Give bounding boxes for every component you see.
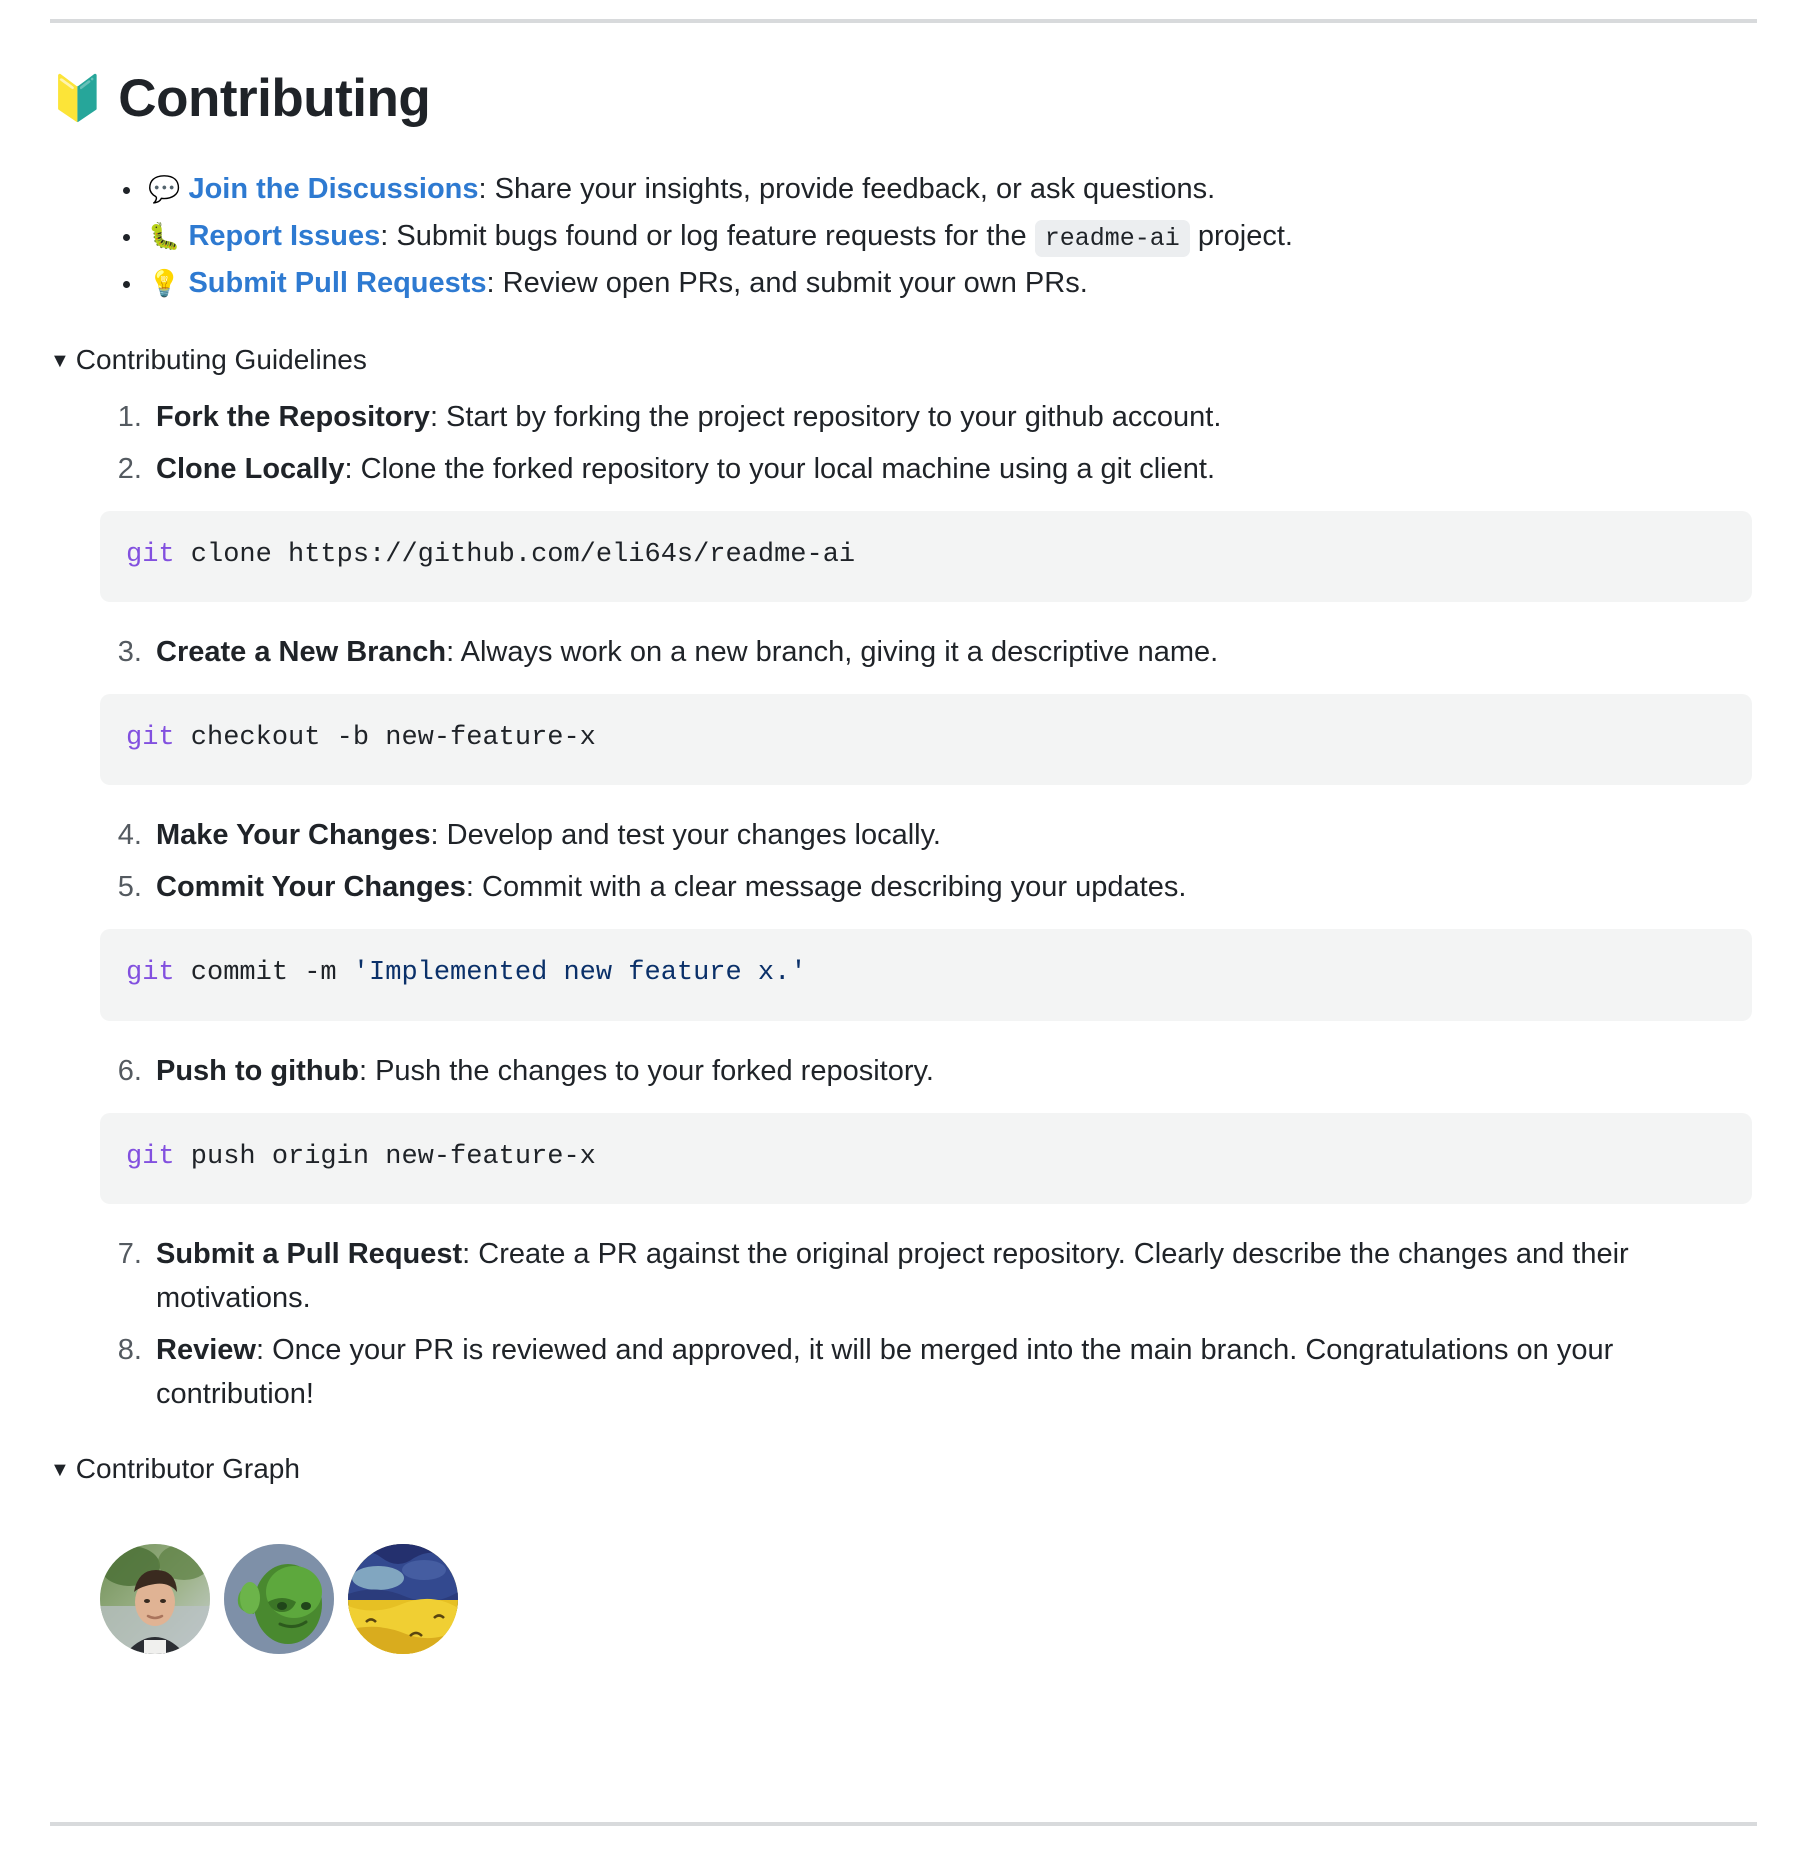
bug-icon: 🐛 [148, 220, 181, 251]
contributor-graph-summary[interactable]: ▼ Contributor Graph [50, 1448, 1752, 1490]
list-item: 💬 Join the Discussions: Share your insig… [144, 166, 1752, 213]
step-title: Commit Your Changes [156, 871, 466, 904]
contributor-avatar-2[interactable] [224, 1544, 334, 1654]
contributor-avatars [100, 1544, 1752, 1654]
report-issues-link[interactable]: Report Issues [188, 220, 380, 252]
code-keyword: git [126, 1141, 175, 1172]
list-item-text-tail: project. [1197, 219, 1293, 252]
contributing-guidelines-summary[interactable]: ▼ Contributing Guidelines [50, 339, 1752, 381]
step-body: : Once your PR is reviewed and approved,… [156, 1333, 1614, 1410]
contributor-graph-label: Contributor Graph [75, 1453, 300, 1484]
list-item-text: : Review open PRs, and submit your own P… [486, 266, 1088, 299]
step-title: Make Your Changes [156, 819, 431, 852]
contributing-steps-list: Fork the Repository: Start by forking th… [50, 395, 1752, 1416]
code-block-checkout: git checkout -b new-feature-x [100, 694, 1752, 786]
code-block-commit: git commit -m 'Implemented new feature x… [100, 929, 1752, 1021]
contributor-avatar-1[interactable] [100, 1544, 210, 1654]
code-block-push: git push origin new-feature-x [100, 1112, 1752, 1204]
code-keyword: git [126, 723, 175, 754]
chevron-down-icon: ▼ [50, 1459, 70, 1481]
code-keyword: git [126, 958, 175, 989]
code-text: commit -m [174, 958, 353, 989]
contributing-guidelines-details: ▼ Contributing Guidelines Fork the Repos… [50, 339, 1752, 1416]
step-body: : Always work on a new branch, giving it… [446, 636, 1219, 669]
readme-ai-inline-code: readme-ai [1034, 219, 1190, 257]
step-item: Submit a Pull Request: Create a PR again… [150, 1232, 1752, 1320]
code-string: 'Implemented new feature x.' [352, 958, 807, 989]
step-title: Submit a Pull Request [156, 1237, 463, 1270]
step-title: Fork the Repository [156, 400, 430, 433]
list-item: 🐛 Report Issues: Submit bugs found or lo… [144, 213, 1752, 260]
contributing-links-list: 💬 Join the Discussions: Share your insig… [50, 166, 1752, 307]
step-title: Push to github [156, 1054, 359, 1087]
contributor-avatar-3[interactable] [348, 1544, 458, 1654]
page-title: 🔰 Contributing [50, 69, 1752, 130]
step-item: Commit Your Changes: Commit with a clear… [100, 865, 1752, 1021]
step-title: Create a New Branch [156, 636, 447, 669]
contributing-readme-section: 🔰 Contributing 💬 Join the Discussions: S… [0, 19, 1802, 1851]
code-text: push origin new-feature-x [174, 1141, 596, 1172]
submit-pull-requests-link[interactable]: Submit Pull Requests [188, 267, 486, 299]
join-the-discussions-link[interactable]: Join the Discussions [188, 173, 478, 205]
beginner-shield-icon: 🔰 [50, 74, 105, 124]
chevron-down-icon: ▼ [50, 349, 70, 372]
step-body: : Commit with a clear message describing… [465, 871, 1187, 904]
step-body: : Develop and test your changes locally. [430, 819, 941, 852]
step-body: : Clone the forked repository to your lo… [344, 452, 1215, 485]
step-item: Make Your Changes: Develop and test your… [150, 813, 1752, 857]
step-item: Fork the Repository: Start by forking th… [150, 395, 1752, 439]
step-item: Push to github: Push the changes to your… [100, 1049, 1752, 1204]
list-item-text: : Share your insights, provide feedback,… [478, 172, 1216, 205]
list-item: 💡 Submit Pull Requests: Review open PRs,… [144, 260, 1752, 307]
step-body: : Start by forking the project repositor… [429, 400, 1222, 433]
code-text: clone https://github.com/eli64s/readme-a… [174, 540, 856, 570]
bottom-divider [50, 1822, 1757, 1826]
list-item-text: : Submit bugs found or log feature reque… [380, 219, 1027, 252]
code-text: checkout -b new-feature-x [174, 723, 596, 754]
step-item: Review: Once your PR is reviewed and app… [150, 1328, 1752, 1416]
step-item: Create a New Branch: Always work on a ne… [100, 630, 1752, 786]
contributing-guidelines-label: Contributing Guidelines [75, 343, 367, 375]
code-keyword: git [126, 540, 175, 570]
code-block-clone: git clone https://github.com/eli64s/read… [100, 511, 1752, 603]
contributor-graph-details: ▼ Contributor Graph [50, 1448, 1752, 1654]
step-body: : Push the changes to your forked reposi… [358, 1054, 934, 1087]
step-title: Clone Locally [156, 452, 345, 485]
speech-balloon-icon: 💬 [148, 173, 181, 204]
step-item: Clone Locally: Clone the forked reposito… [100, 447, 1752, 603]
light-bulb-icon: 💡 [148, 267, 181, 298]
top-divider [50, 19, 1757, 23]
step-title: Review [156, 1333, 256, 1366]
page-title-text: Contributing [118, 69, 431, 128]
